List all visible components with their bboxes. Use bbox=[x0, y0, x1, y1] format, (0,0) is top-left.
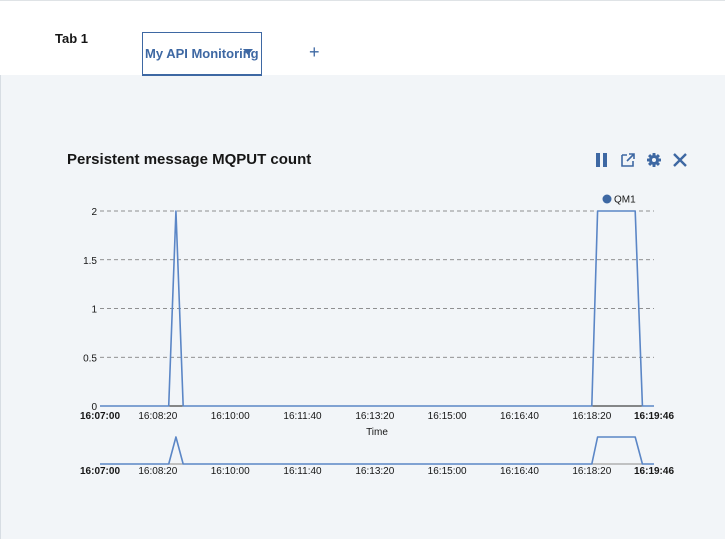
overview-x-tick-label: 16:13:20 bbox=[355, 466, 394, 477]
legend-marker bbox=[602, 194, 612, 204]
overview-x-tick-label: 16:15:00 bbox=[428, 466, 467, 477]
x-tick-label: 16:16:40 bbox=[500, 411, 539, 422]
y-tick-label: 1.5 bbox=[83, 256, 97, 267]
y-tick-label: 1 bbox=[91, 305, 97, 316]
x-tick-label: 16:18:20 bbox=[572, 411, 611, 422]
overview-x-tick-label: 16:07:00 bbox=[80, 466, 120, 477]
x-tick-label: 16:08:20 bbox=[138, 411, 177, 422]
y-tick-label: 2 bbox=[91, 207, 97, 218]
x-tick-label: 16:11:40 bbox=[283, 411, 322, 422]
y-tick-label: 0.5 bbox=[83, 353, 97, 364]
x-tick-label: 16:13:20 bbox=[355, 411, 394, 422]
overview-x-tick-label: 16:18:20 bbox=[572, 466, 611, 477]
overview-series-line bbox=[100, 436, 654, 465]
overview-x-tick-label: 16:11:40 bbox=[283, 466, 322, 477]
overview-x-tick-label: 16:16:40 bbox=[500, 466, 539, 477]
overview-x-tick-label: 16:19:46 bbox=[634, 466, 674, 477]
x-tick-label: 16:07:00 bbox=[80, 411, 120, 422]
line-chart: 00.511.5216:07:0016:07:0016:08:2016:08:2… bbox=[80, 194, 674, 477]
x-tick-label: 16:10:00 bbox=[211, 411, 250, 422]
overview-x-tick-label: 16:08:20 bbox=[138, 466, 177, 477]
x-tick-label: 16:15:00 bbox=[428, 411, 467, 422]
legend-label: QM1 bbox=[614, 195, 636, 206]
overview-x-tick-label: 16:10:00 bbox=[211, 466, 250, 477]
x-tick-label: 16:19:46 bbox=[634, 411, 674, 422]
x-axis-title: Time bbox=[366, 427, 388, 438]
